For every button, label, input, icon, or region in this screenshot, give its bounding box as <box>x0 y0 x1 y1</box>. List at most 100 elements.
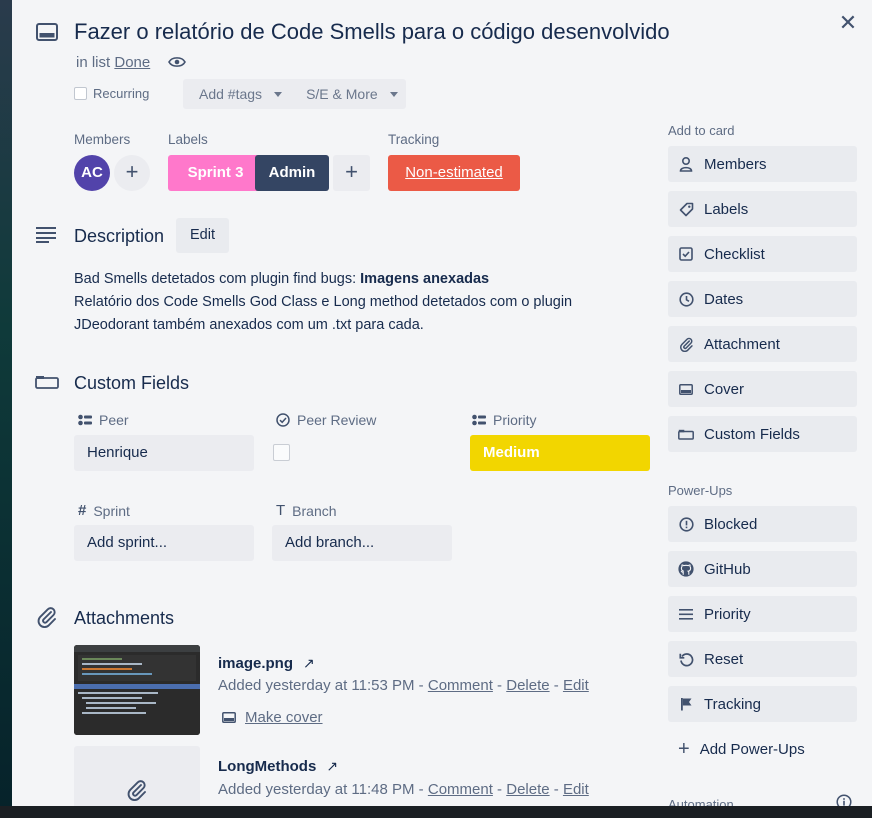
watch-eye-icon[interactable] <box>168 55 186 69</box>
description-heading: Description <box>74 226 165 246</box>
checklist-icon <box>678 246 694 262</box>
attachments-heading: Attachments <box>74 608 175 628</box>
tag-icon <box>678 201 694 217</box>
sidebar-dates-label: Dates <box>704 290 744 308</box>
github-icon <box>678 561 694 577</box>
add-member-button[interactable]: + <box>114 155 150 191</box>
description-line-1-bold: Imagens anexadas <box>360 271 490 287</box>
se-more-label: S/E & More <box>306 86 378 102</box>
sidebar-priority-label: Priority <box>704 605 751 623</box>
make-cover-text[interactable]: Make cover <box>245 709 323 726</box>
sidebar-checklist-label: Checklist <box>704 245 765 263</box>
hash-icon: # <box>78 502 87 519</box>
attachment-name-2[interactable]: LongMethods ↗ <box>218 758 338 775</box>
cover-icon <box>678 381 694 397</box>
sidebar-cover-label: Cover <box>704 380 745 398</box>
peer-review-checkbox[interactable] <box>273 444 290 461</box>
sprint-label-text: Sprint <box>93 502 130 519</box>
add-tags-dropdown[interactable]: Add #tags <box>183 86 290 102</box>
card-title[interactable]: Fazer o relatório de Code Smells para o … <box>74 19 670 45</box>
attachment-added: Added yesterday at 11:53 PM <box>218 677 415 694</box>
separator: - <box>414 781 428 798</box>
paperclip-icon <box>678 336 694 352</box>
add-label-button[interactable]: + <box>333 155 370 191</box>
comment-link[interactable]: Comment <box>428 781 493 798</box>
attachment-thumbnail-image[interactable] <box>74 645 200 735</box>
description-line-1: Bad Smells detetados com plugin find bug… <box>74 271 361 287</box>
attachment-filename[interactable]: LongMethods <box>218 758 316 775</box>
delete-link[interactable]: Delete <box>506 677 549 694</box>
description-icon <box>36 227 58 243</box>
sidebar-priority-button[interactable]: Priority <box>668 596 857 632</box>
priority-label-text: Priority <box>493 412 537 428</box>
labels-heading: Labels <box>168 132 208 147</box>
make-cover-link[interactable]: Make cover <box>222 709 323 726</box>
description-line-3: JDeodorant também anexados com um .txt p… <box>74 317 424 333</box>
add-tags-label: Add #tags <box>199 86 263 102</box>
sidebar-cover-button[interactable]: Cover <box>668 371 857 407</box>
sidebar-members-button[interactable]: Members <box>668 146 857 182</box>
edit-link[interactable]: Edit <box>563 781 589 798</box>
paperclip-icon <box>36 606 58 628</box>
list-link[interactable]: Done <box>114 54 150 71</box>
sidebar-github-button[interactable]: GitHub <box>668 551 857 587</box>
peer-field-label: Peer <box>78 412 129 428</box>
external-link-icon[interactable]: ↗ <box>326 758 338 775</box>
branch-field[interactable]: Add branch... <box>272 525 452 561</box>
close-icon[interactable]: ✕ <box>836 12 860 36</box>
sidebar-tracking-button[interactable]: Tracking <box>668 686 857 722</box>
sidebar-attachment-label: Attachment <box>704 335 780 353</box>
sidebar-custom-fields-button[interactable]: Custom Fields <box>668 416 857 452</box>
sidebar-labels-button[interactable]: Labels <box>668 191 857 227</box>
cover-icon <box>222 712 236 723</box>
comment-link[interactable]: Comment <box>428 677 493 694</box>
custom-fields-heading: Custom Fields <box>74 373 190 393</box>
label-sprint-3[interactable]: Sprint 3 <box>168 155 263 191</box>
sidebar-tracking-label: Tracking <box>704 695 761 713</box>
peer-field[interactable]: Henrique <box>74 435 254 471</box>
paperclip-icon <box>126 779 148 801</box>
separator: - <box>549 677 563 694</box>
external-link-icon[interactable]: ↗ <box>303 655 315 672</box>
sidebar-blocked-button[interactable]: Blocked <box>668 506 857 542</box>
avatar[interactable]: AC <box>74 155 110 191</box>
sprint-field[interactable]: Add sprint... <box>74 525 254 561</box>
add-power-ups-label: Add Power-Ups <box>699 740 805 758</box>
label-admin[interactable]: Admin <box>255 155 329 191</box>
background-board <box>0 0 12 818</box>
attachment-thumbnail-file[interactable] <box>74 746 200 806</box>
peer-review-label-text: Peer Review <box>297 412 377 428</box>
card-detail-modal: Fazer o relatório de Code Smells para o … <box>12 0 872 806</box>
recurring-checkbox[interactable] <box>74 87 87 100</box>
card-icon <box>36 23 58 41</box>
info-icon[interactable] <box>836 794 852 806</box>
sidebar-members-label: Members <box>704 155 767 173</box>
flag-icon <box>678 696 694 712</box>
priority-field-label: Priority <box>472 412 537 428</box>
priority-field[interactable]: Medium <box>470 435 650 471</box>
attachment-name-1[interactable]: image.png ↗ <box>218 655 315 672</box>
edit-link[interactable]: Edit <box>563 677 589 694</box>
sidebar-dates-button[interactable]: Dates <box>668 281 857 317</box>
recurring-toggle[interactable]: Recurring <box>74 86 149 101</box>
chevron-down-icon <box>389 91 398 97</box>
sidebar-checklist-button[interactable]: Checklist <box>668 236 857 272</box>
peer-label-text: Peer <box>99 412 129 428</box>
alert-circle-icon <box>678 516 694 532</box>
reset-icon <box>678 651 694 667</box>
sidebar-blocked-label: Blocked <box>704 515 758 533</box>
delete-link[interactable]: Delete <box>506 781 549 798</box>
add-power-ups-button[interactable]: + Add Power-Ups <box>668 731 857 767</box>
custom-fields-icon <box>35 375 59 389</box>
se-more-dropdown[interactable]: S/E & More <box>290 86 406 102</box>
separator: - <box>492 781 507 798</box>
sidebar-reset-button[interactable]: Reset <box>668 641 857 677</box>
attachment-filename[interactable]: image.png <box>218 655 293 672</box>
add-to-card-heading: Add to card <box>668 123 735 138</box>
background-bottom-bar <box>0 806 872 818</box>
sidebar-reset-label: Reset <box>704 650 744 668</box>
sidebar-attachment-button[interactable]: Attachment <box>668 326 857 362</box>
description-text[interactable]: Bad Smells detetados com plugin find bug… <box>74 268 634 337</box>
tracking-estimate-button[interactable]: Non-estimated <box>388 155 520 191</box>
edit-description-button[interactable]: Edit <box>176 218 229 253</box>
